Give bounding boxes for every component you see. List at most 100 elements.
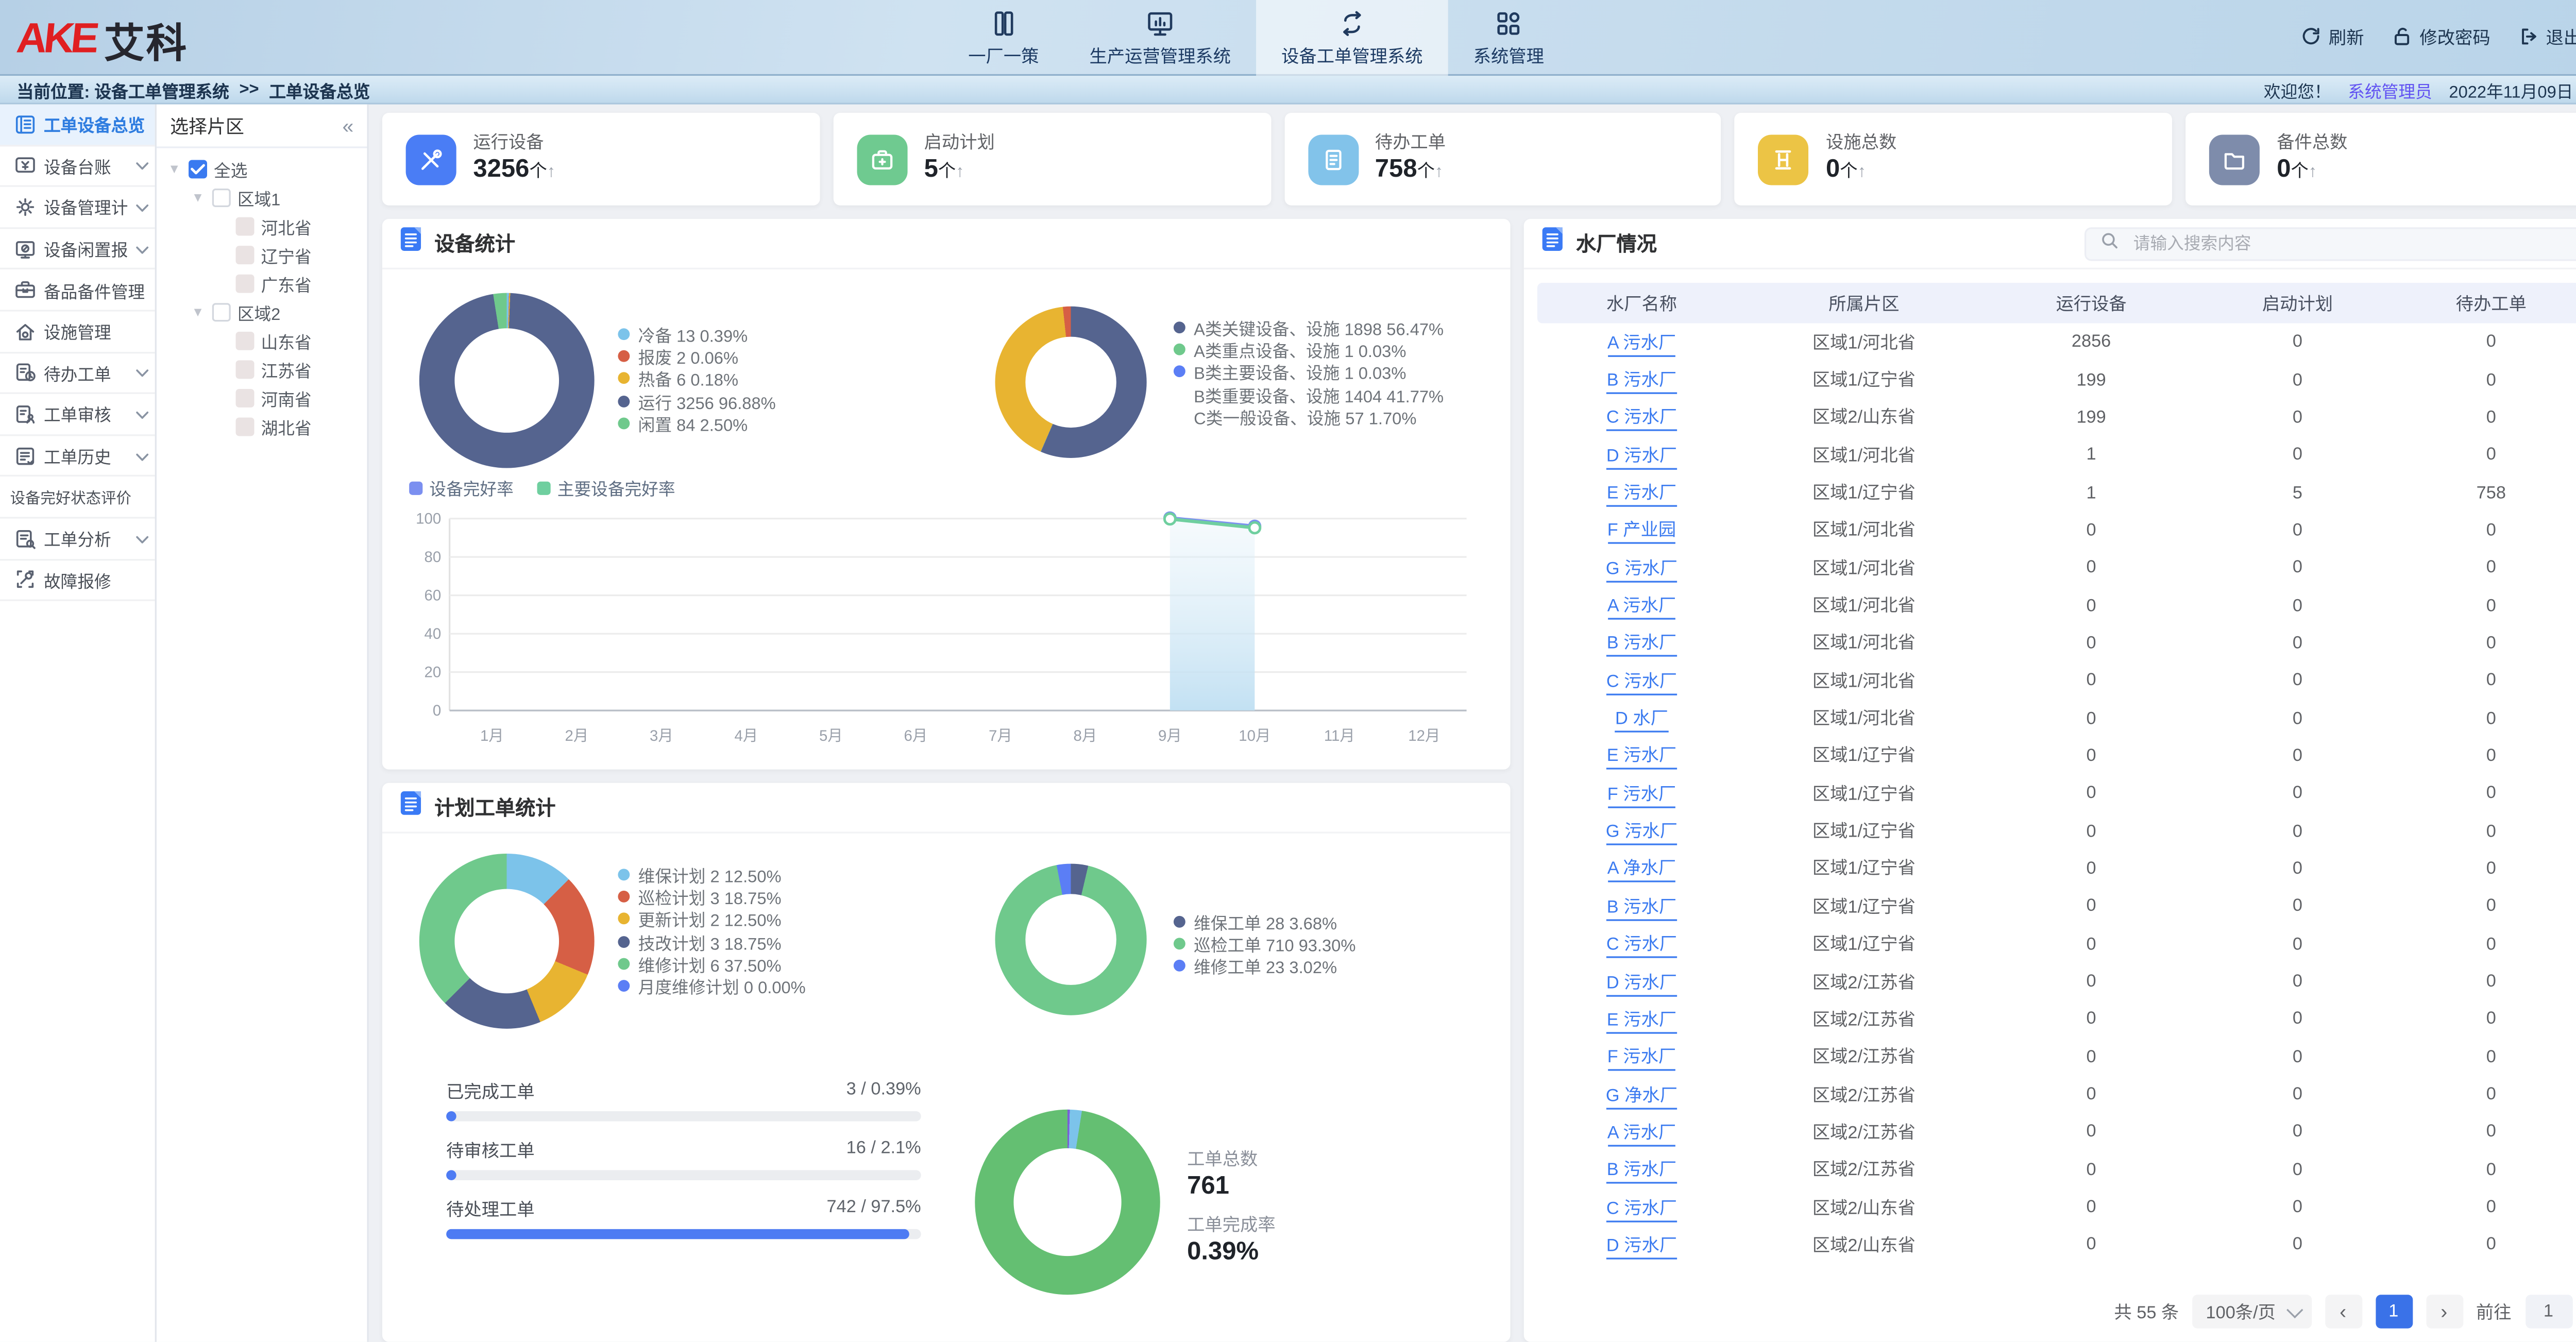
plant-link[interactable]: B 污水厂 bbox=[1607, 1161, 1676, 1184]
checkbox[interactable] bbox=[212, 303, 231, 321]
tree-node-河南省[interactable]: 河南省 bbox=[157, 384, 367, 413]
plant-link[interactable]: B 污水厂 bbox=[1607, 370, 1676, 394]
sidebar-item-工单设备总览[interactable]: 工单设备总览 bbox=[0, 105, 155, 146]
legend-item-A类重点设备、设施[interactable]: A类重点设备、设施 1 0.03% bbox=[1174, 339, 1444, 361]
plant-link[interactable]: G 污水厂 bbox=[1606, 558, 1677, 582]
plant-link[interactable]: A 污水厂 bbox=[1607, 333, 1676, 356]
sidebar-item-备品备件管理[interactable]: 备品备件管理 bbox=[0, 270, 155, 311]
welcome-area: 欢迎您！ 系统管理员 2022年11月09日 09:28 bbox=[2264, 77, 2576, 102]
plant-link[interactable]: E 污水厂 bbox=[1607, 483, 1676, 507]
legend-item-B类重要设备、设施[interactable]: B类重要设备、设施 1404 41.77% bbox=[1174, 383, 1444, 405]
tree-node-山东省[interactable]: 山东省 bbox=[157, 327, 367, 355]
search-input[interactable] bbox=[2130, 233, 2576, 255]
action-刷新[interactable]: 刷新 bbox=[2300, 24, 2364, 51]
plant-link[interactable]: C 污水厂 bbox=[1606, 935, 1677, 958]
plant-link[interactable]: F 污水厂 bbox=[1607, 1047, 1676, 1071]
legend-item-A类关键设备、设施[interactable]: A类关键设备、设施 1898 56.47% bbox=[1174, 316, 1444, 338]
sidebar-item-设备闲置报废[interactable]: 设备闲置报废 bbox=[0, 229, 155, 270]
legend-item-冷备[interactable]: 冷备 13 0.39% bbox=[618, 323, 775, 345]
checkbox[interactable] bbox=[236, 389, 255, 407]
plant-link[interactable]: C 污水厂 bbox=[1606, 1198, 1677, 1222]
checkbox[interactable] bbox=[236, 360, 255, 379]
checkbox[interactable] bbox=[236, 217, 255, 236]
legend-item-维修工单[interactable]: 维修工单 23 3.02% bbox=[1174, 955, 1356, 977]
plant-link[interactable]: C 污水厂 bbox=[1606, 671, 1677, 695]
plant-link[interactable]: A 污水厂 bbox=[1607, 596, 1676, 620]
plant-search-box[interactable] bbox=[2084, 227, 2576, 261]
legend-item-更新计划[interactable]: 更新计划 2 12.50% bbox=[618, 908, 805, 930]
plant-link[interactable]: A 污水厂 bbox=[1607, 1123, 1676, 1147]
svg-text:5月: 5月 bbox=[819, 727, 843, 744]
page-size-select[interactable]: 100条/页 bbox=[2192, 1295, 2311, 1328]
tree-node-广东省[interactable]: 广东省 bbox=[157, 269, 367, 298]
plant-link[interactable]: D 污水厂 bbox=[1606, 446, 1677, 469]
tree-node-区域1[interactable]: ▾区域1 bbox=[157, 183, 367, 212]
checkbox[interactable] bbox=[212, 189, 231, 207]
tree-node-河北省[interactable]: 河北省 bbox=[157, 212, 367, 241]
plant-link[interactable]: A 净水厂 bbox=[1607, 859, 1676, 883]
legend-item-巡检工单[interactable]: 巡检工单 710 93.30% bbox=[1174, 933, 1356, 955]
line-legend-设备完好率[interactable]: 设备完好率 bbox=[409, 475, 514, 500]
tab-一厂一策[interactable]: 一厂一策 bbox=[943, 0, 1064, 76]
plant-link[interactable]: B 污水厂 bbox=[1607, 897, 1676, 921]
checkbox[interactable] bbox=[236, 418, 255, 436]
tab-系统管理[interactable]: 系统管理 bbox=[1448, 0, 1569, 76]
plant-link[interactable]: C 污水厂 bbox=[1606, 408, 1677, 432]
legend-item-维修计划[interactable]: 维修计划 6 37.50% bbox=[618, 953, 805, 975]
plant-link[interactable]: E 污水厂 bbox=[1607, 1010, 1676, 1033]
sidebar-item-设施管理[interactable]: 设施管理 bbox=[0, 312, 155, 353]
legend-item-闲置[interactable]: 闲置 84 2.50% bbox=[618, 412, 775, 434]
legend-item-运行[interactable]: 运行 3256 96.88% bbox=[618, 390, 775, 412]
legend-item-月度维修计划[interactable]: 月度维修计划 0 0.00% bbox=[618, 975, 805, 997]
sidebar-item-设备管理计划[interactable]: 设备管理计划 bbox=[0, 187, 155, 228]
action-退出登录[interactable]: 退出登录 bbox=[2517, 24, 2576, 51]
checkbox[interactable] bbox=[236, 275, 255, 293]
plant-link[interactable]: G 净水厂 bbox=[1606, 1085, 1677, 1109]
plant-link[interactable]: D 污水厂 bbox=[1606, 972, 1677, 996]
sidebar-item-待办工单[interactable]: 待办工单 bbox=[0, 353, 155, 394]
legend-item-维保工单[interactable]: 维保工单 28 3.68% bbox=[1174, 911, 1356, 933]
caret-down-icon[interactable]: ▾ bbox=[190, 303, 205, 321]
tree-node-江苏省[interactable]: 江苏省 bbox=[157, 355, 367, 384]
legend-item-巡检计划[interactable]: 巡检计划 3 18.75% bbox=[618, 886, 805, 908]
prev-page-button[interactable]: ‹ bbox=[2325, 1295, 2362, 1328]
tree-node-区域2[interactable]: ▾区域2 bbox=[157, 298, 367, 327]
sidebar-item-设备完好状态评价[interactable]: 设备完好状态评价 bbox=[0, 477, 155, 518]
checkbox[interactable] bbox=[189, 160, 207, 178]
next-page-button[interactable]: › bbox=[2426, 1295, 2463, 1328]
tree-node-辽宁省[interactable]: 辽宁省 bbox=[157, 241, 367, 269]
plant-link[interactable]: B 污水厂 bbox=[1607, 634, 1676, 657]
legend-item-B类主要设备、设施[interactable]: B类主要设备、设施 1 0.03% bbox=[1174, 361, 1444, 383]
order-progress-list: 已完成工单3 / 0.39% 待审核工单16 / 2.1% 待处理工单742 /… bbox=[446, 1079, 921, 1256]
plant-link[interactable]: D 水厂 bbox=[1615, 709, 1668, 733]
legend-item-热备[interactable]: 热备 6 0.18% bbox=[618, 368, 775, 390]
plant-link[interactable]: E 污水厂 bbox=[1607, 746, 1676, 770]
tree-node-湖北省[interactable]: 湖北省 bbox=[157, 413, 367, 441]
plant-link[interactable]: D 污水厂 bbox=[1606, 1236, 1677, 1260]
sidebar-item-工单历史[interactable]: 工单历史 bbox=[0, 436, 155, 477]
checkbox[interactable] bbox=[236, 332, 255, 350]
checkbox[interactable] bbox=[236, 246, 255, 264]
tree-node-全选[interactable]: ▾全选 bbox=[157, 155, 367, 184]
collapse-panel-icon[interactable]: « bbox=[342, 114, 353, 138]
tab-设备工单管理系统[interactable]: 设备工单管理系统 bbox=[1256, 0, 1448, 76]
sidebar-item-故障报修[interactable]: 故障报修 bbox=[0, 560, 155, 601]
action-修改密码[interactable]: 修改密码 bbox=[2391, 24, 2490, 51]
sidebar-item-设备台账[interactable]: 设备台账 bbox=[0, 146, 155, 187]
legend-item-技改计划[interactable]: 技改计划 3 18.75% bbox=[618, 930, 805, 953]
legend-item-报废[interactable]: 报废 2 0.06% bbox=[618, 346, 775, 368]
goto-page-input[interactable] bbox=[2525, 1295, 2572, 1328]
legend-item-C类一般设备、设施[interactable]: C类一般设备、设施 57 1.70% bbox=[1174, 405, 1444, 428]
caret-down-icon[interactable]: ▾ bbox=[190, 189, 205, 207]
tab-生产运营管理系统[interactable]: 生产运营管理系统 bbox=[1064, 0, 1257, 76]
caret-down-icon[interactable]: ▾ bbox=[167, 160, 182, 178]
plant-link[interactable]: F 产业园 bbox=[1607, 521, 1676, 545]
line-legend-主要设备完好率[interactable]: 主要设备完好率 bbox=[537, 475, 675, 500]
current-page-button[interactable]: 1 bbox=[2375, 1295, 2412, 1328]
sidebar-item-工单分析[interactable]: 工单分析 bbox=[0, 518, 155, 559]
current-user-link[interactable]: 系统管理员 bbox=[2348, 77, 2432, 102]
plant-link[interactable]: G 污水厂 bbox=[1606, 822, 1677, 845]
legend-item-维保计划[interactable]: 维保计划 2 12.50% bbox=[618, 864, 805, 886]
sidebar-item-工单审核[interactable]: 工单审核 bbox=[0, 394, 155, 435]
plant-link[interactable]: F 污水厂 bbox=[1607, 784, 1676, 808]
